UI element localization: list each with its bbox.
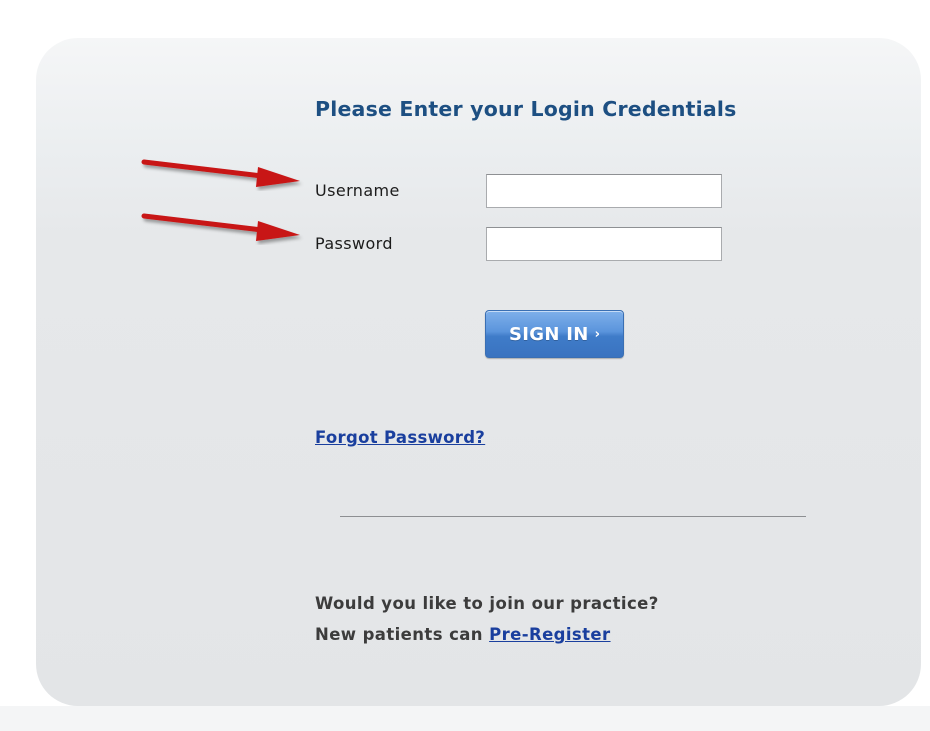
footer-strip <box>0 706 930 731</box>
password-field[interactable] <box>486 227 722 261</box>
sign-in-button-label: SIGN IN <box>509 323 589 345</box>
password-label: Password <box>315 234 393 253</box>
red-arrow-icon <box>141 213 300 241</box>
new-patients-text: New patients can <box>315 625 483 644</box>
sign-in-button[interactable]: SIGN IN › <box>485 310 624 358</box>
join-practice-question: Would you like to join our practice? <box>315 594 659 613</box>
chevron-right-icon: › <box>594 326 600 342</box>
username-label: Username <box>315 181 400 200</box>
red-arrow-icon <box>141 159 300 187</box>
username-field[interactable] <box>486 174 722 208</box>
new-patients-line: New patients can Pre-Register <box>315 625 611 644</box>
forgot-password-link[interactable]: Forgot Password? <box>315 428 485 447</box>
divider <box>340 516 806 517</box>
login-page: Please Enter your Login Credentials User… <box>0 0 930 731</box>
pre-register-link[interactable]: Pre-Register <box>489 625 610 644</box>
page-title: Please Enter your Login Credentials <box>315 97 737 121</box>
